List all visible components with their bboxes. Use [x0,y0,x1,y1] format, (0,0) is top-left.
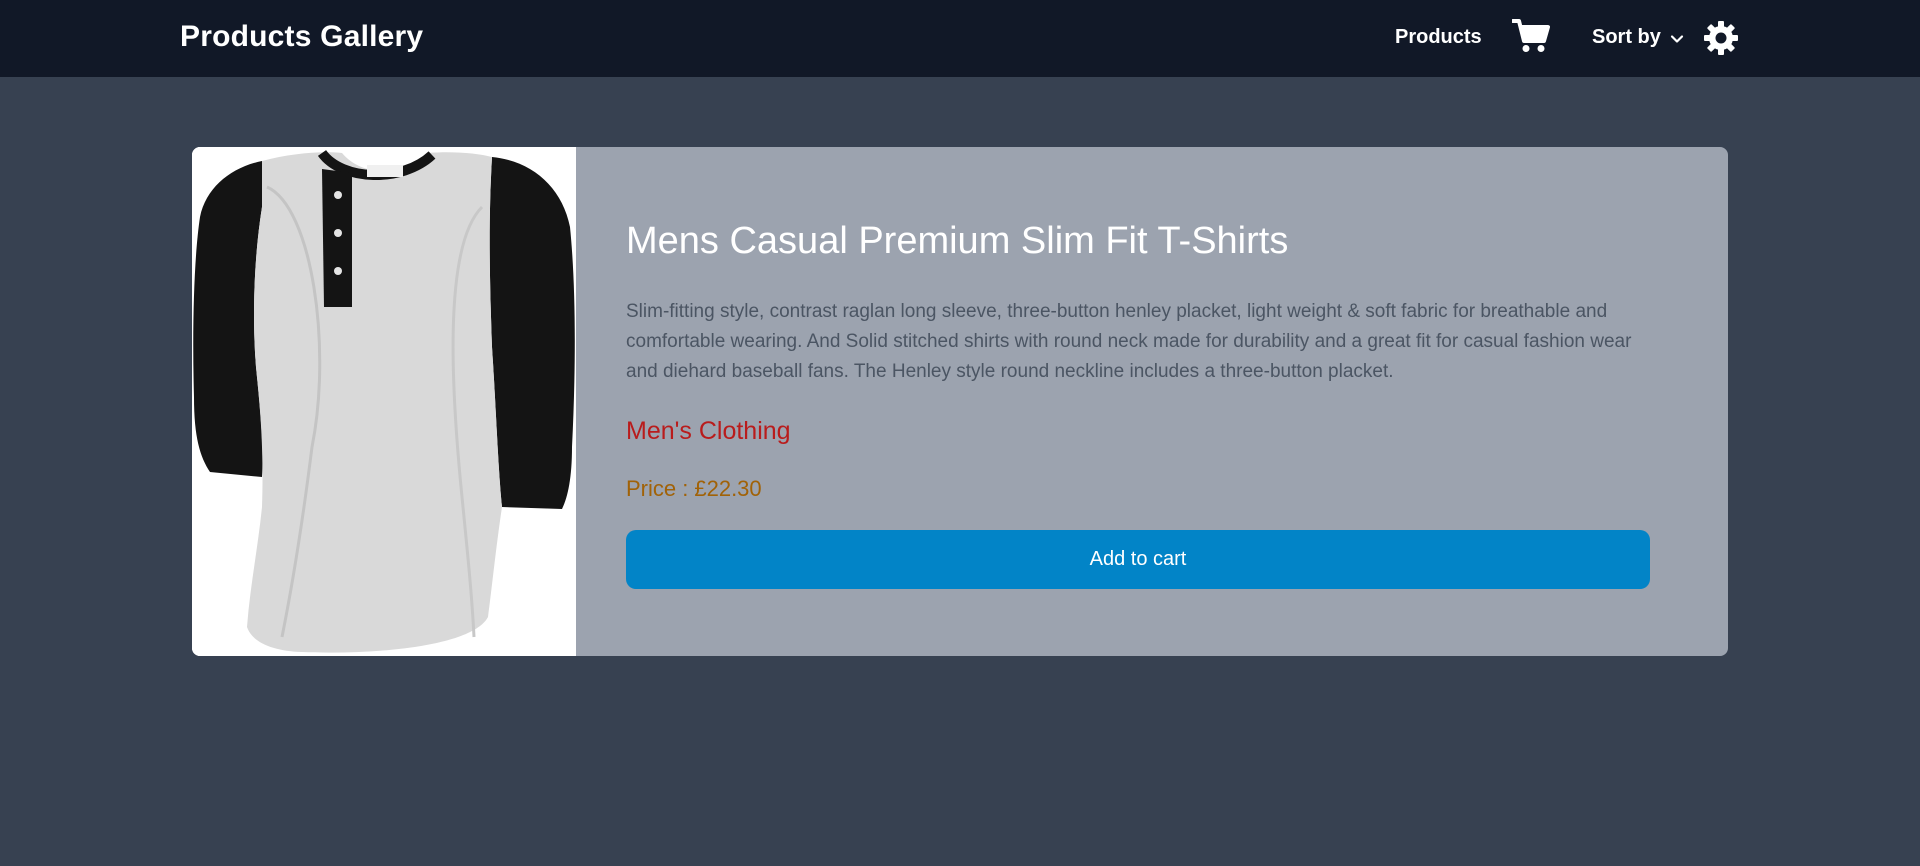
price-label: Price : [626,475,689,501]
product-category: Men's Clothing [626,416,791,445]
price-value: £22.30 [694,475,762,501]
tshirt-image [192,147,576,656]
nav-products-link[interactable]: Products [1395,26,1482,49]
product-title: Mens Casual Premium Slim Fit T-Shirts [626,220,1289,262]
cart-icon[interactable] [1511,18,1550,54]
product-card: Mens Casual Premium Slim Fit T-Shirts Sl… [192,147,1728,656]
sort-by-dropdown[interactable]: Sort by [1592,26,1685,49]
product-description: Slim-fitting style, contrast raglan long… [626,300,1632,382]
sort-by-label: Sort by [1592,26,1661,48]
product-image [192,147,576,656]
settings-icon[interactable] [1703,20,1739,56]
product-details: Mens Casual Premium Slim Fit T-Shirts Sl… [576,147,1728,656]
add-to-cart-button[interactable]: Add to cart [626,530,1650,589]
brand-title[interactable]: Products Gallery [180,20,423,54]
product-price: Price : £22.30 [626,476,1728,502]
navbar: Products Gallery Products Sort by [0,0,1920,77]
chevron-down-icon [1669,30,1685,46]
